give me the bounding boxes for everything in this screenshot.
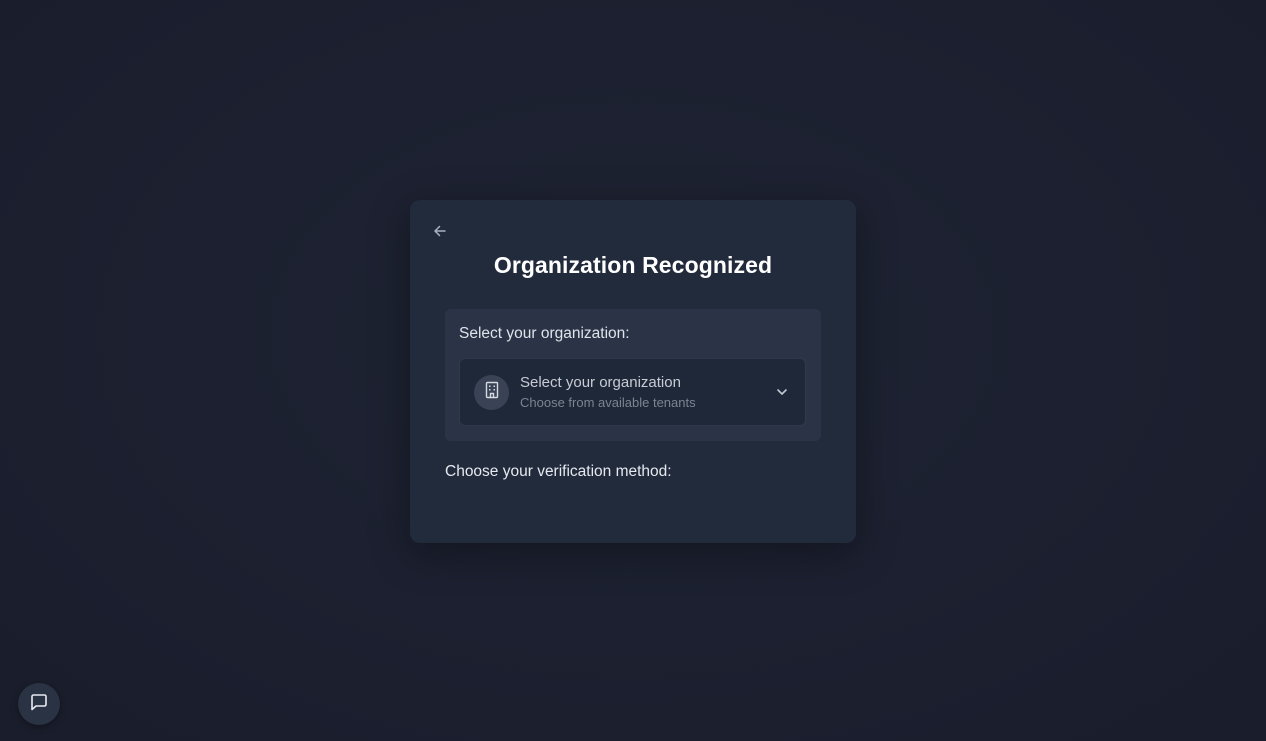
organization-select-subtitle: Choose from available tenants (520, 395, 696, 410)
org-recognized-card: Organization Recognized Select your orga… (410, 200, 856, 543)
organization-select[interactable]: Select your organization Choose from ava… (459, 358, 806, 426)
verification-method-label: Choose your verification method: (445, 463, 672, 480)
organization-label: Select your organization: (459, 325, 630, 342)
organization-select-title: Select your organization (520, 374, 681, 391)
chat-icon (29, 692, 49, 717)
organization-panel: Select your organization: Select your or… (445, 309, 821, 441)
building-icon-wrapper (474, 375, 509, 410)
back-button[interactable] (430, 223, 450, 243)
page-title: Organization Recognized (493, 252, 773, 278)
chat-button[interactable] (18, 683, 60, 725)
building-icon (484, 381, 500, 404)
chevron-down-icon (774, 384, 790, 400)
arrow-left-icon (433, 224, 447, 243)
